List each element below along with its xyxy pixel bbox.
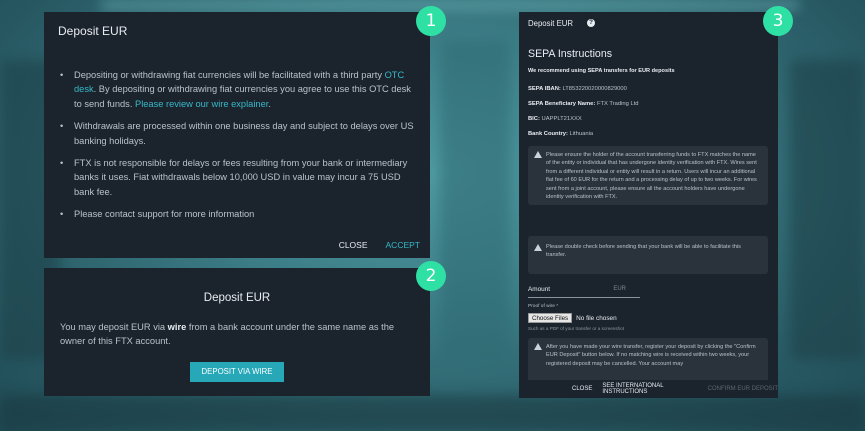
background-shape [100, 0, 800, 10]
terms-text: Depositing or withdrawing fiat currencie… [74, 70, 385, 80]
file-upload: Choose Files No file chosen [528, 313, 617, 323]
beneficiary-value: FTX Trading Ltd [595, 101, 639, 107]
description-bold: wire [167, 322, 187, 332]
deposit-description: You may deposit EUR via wire from a bank… [60, 320, 400, 348]
warning-box: After you have made your wire transfer, … [528, 338, 768, 382]
bic-row: BIC: UAPPLT21XXX [528, 116, 582, 122]
warning-text: After you have made your wire transfer, … [546, 344, 756, 367]
choose-files-button[interactable]: Choose Files [528, 313, 573, 323]
country-label: Bank Country: [528, 131, 568, 137]
dialog-title: Deposit EUR [58, 24, 128, 38]
file-status: No file chosen [576, 314, 617, 322]
close-button[interactable]: CLOSE [572, 386, 592, 392]
beneficiary-label: SEPA Beneficiary Name: [528, 101, 596, 107]
amount-currency: EUR [613, 286, 626, 292]
accept-button[interactable]: ACCEPT [386, 240, 420, 250]
bank-country-row: Bank Country: Lithuania [528, 131, 593, 137]
close-button[interactable]: CLOSE [339, 240, 368, 250]
deposit-via-wire-button[interactable]: DEPOSIT VIA WIRE [190, 362, 284, 382]
deposit-eur-terms-dialog: Deposit EUR Depositing or withdrawing fi… [44, 12, 430, 258]
step-badge-2: 2 [416, 261, 446, 291]
step-badge-1: 1 [416, 6, 446, 36]
description-text: You may deposit EUR via [60, 322, 168, 332]
warning-box: Please ensure the holder of the account … [528, 146, 768, 206]
sepa-instructions-dialog: Deposit EUR ? SEPA Instructions We recom… [519, 12, 778, 398]
warning-box: Please double check before sending that … [528, 236, 768, 274]
dialog-header: Deposit EUR [528, 19, 574, 28]
terms-item: FTX is not responsible for delays or fee… [60, 156, 414, 199]
background-shape [790, 60, 865, 360]
terms-list: Depositing or withdrawing fiat currencie… [60, 68, 414, 230]
iban-label: SEPA IBAN: [528, 86, 561, 92]
wire-explainer-link[interactable]: Please review our wire explainer [135, 99, 268, 109]
beneficiary-row: SEPA Beneficiary Name: FTX Trading Ltd [528, 101, 639, 107]
warning-icon [534, 343, 542, 350]
proof-of-wire-label: Proof of wire * [528, 304, 559, 309]
iban-row: SEPA IBAN: LT853220020000829000 [528, 86, 627, 92]
sepa-recommendation: We recommend using SEPA transfers for EU… [528, 68, 675, 74]
warning-text: Please double check before sending that … [546, 244, 741, 259]
background-shape [440, 40, 510, 360]
deposit-eur-method-dialog: Deposit EUR You may deposit EUR via wire… [44, 268, 430, 396]
bic-value: UAPPLT21XXX [539, 116, 582, 122]
background-shape [0, 395, 865, 431]
confirm-deposit-button[interactable]: CONFIRM EUR DEPOSIT [708, 386, 778, 392]
amount-input[interactable]: Amount EUR [528, 286, 640, 298]
step-badge-3: 3 [763, 6, 793, 36]
file-hint: Such as a PDF of your transfer or a scre… [528, 326, 625, 331]
warning-icon [534, 244, 542, 251]
help-icon[interactable]: ? [587, 19, 595, 27]
iban-value: LT853220020000829000 [560, 86, 627, 92]
dialog-actions: CLOSE ACCEPT [339, 240, 420, 250]
bic-label: BIC: [528, 116, 540, 122]
terms-item: Depositing or withdrawing fiat currencie… [60, 68, 414, 111]
terms-item: Please contact support for more informat… [60, 207, 414, 222]
warning-icon [534, 151, 542, 158]
dialog-title: Deposit EUR [203, 292, 271, 304]
terms-text: . [268, 98, 271, 109]
amount-label: Amount [528, 286, 551, 293]
international-instructions-button[interactable]: SEE INTERNATIONAL INSTRUCTIONS [602, 383, 697, 395]
warning-text: Please ensure the holder of the account … [546, 152, 757, 201]
dialog-footer: CLOSE SEE INTERNATIONAL INSTRUCTIONS CON… [519, 380, 778, 398]
sepa-heading: SEPA Instructions [528, 48, 613, 60]
terms-item: Withdrawals are processed within one bus… [60, 119, 414, 148]
country-value: Lithuania [567, 131, 594, 137]
